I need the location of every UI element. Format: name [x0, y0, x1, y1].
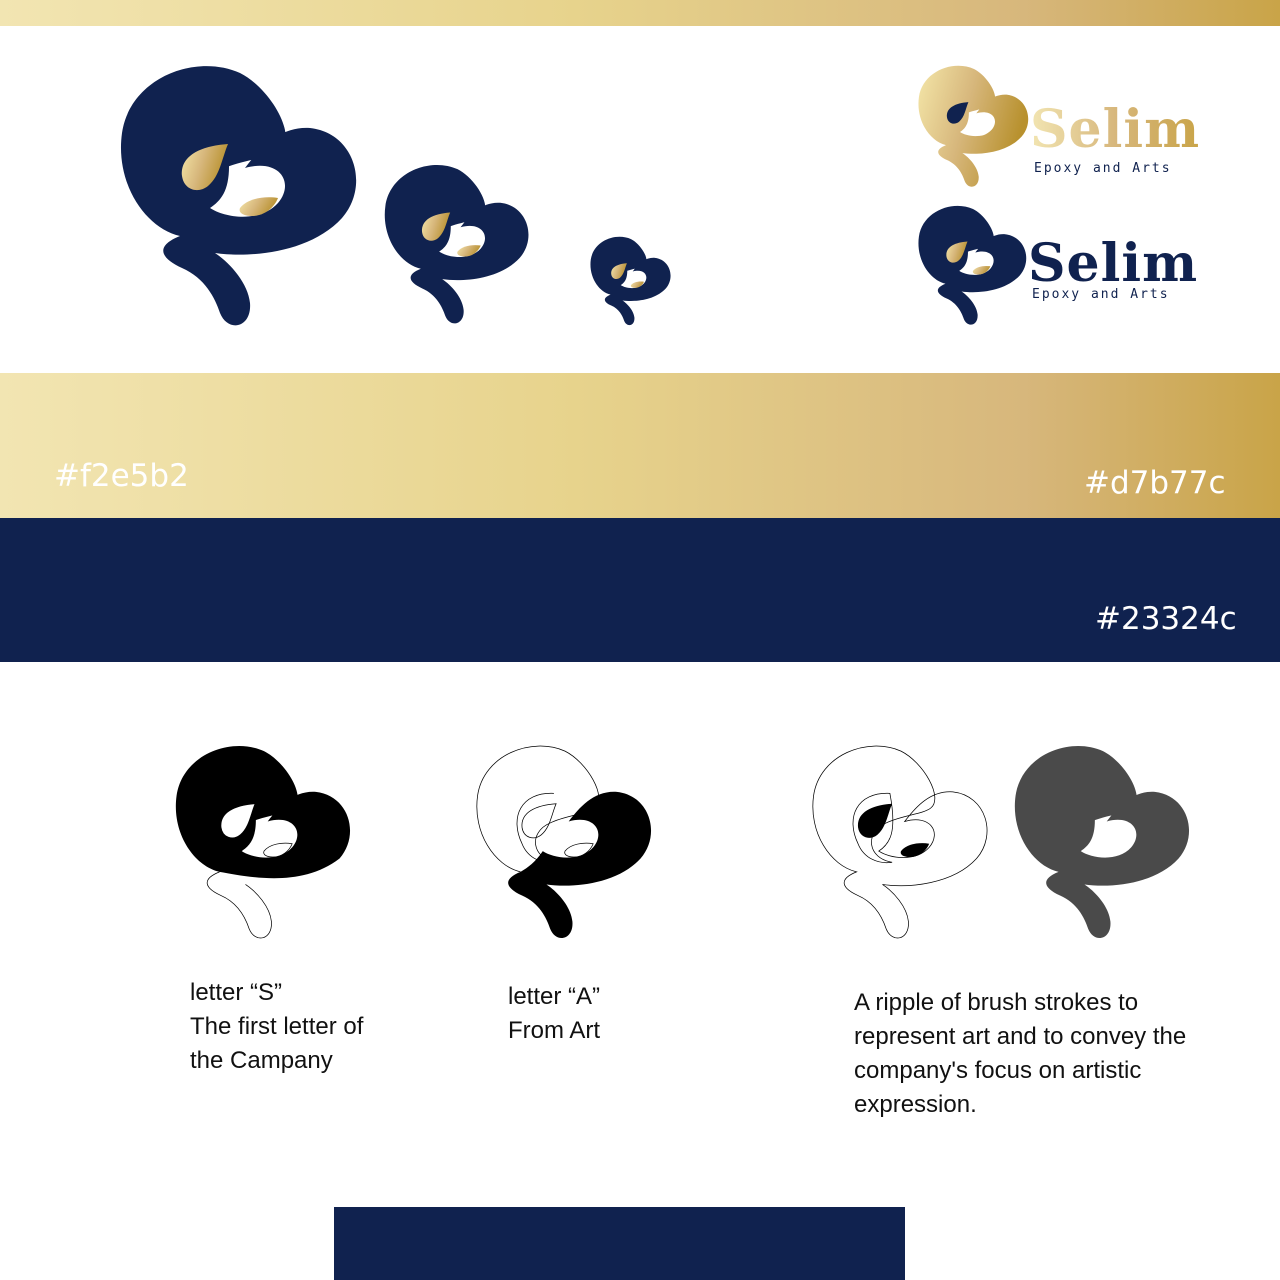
logo-lockup-navy: Selim Epoxy and Arts [918, 202, 1208, 326]
concept-letter-a-icon [476, 740, 654, 940]
top-gold-strip [0, 0, 1280, 26]
logo-showcase: Selim Epoxy and Arts Selim Epoxy and Art… [0, 26, 1280, 372]
logo-lockup-gold: Selim Epoxy and Arts [918, 62, 1208, 188]
caption-brush-strokes: A ripple of brush strokes to represent a… [854, 989, 1187, 1118]
brand-wordmark-navy: Selim [1028, 233, 1199, 294]
brand-tagline-navy: Epoxy and Arts [1032, 287, 1170, 302]
logo-mark-medium-icon [384, 160, 531, 325]
logo-mark-large-icon [120, 58, 360, 328]
bottom-navy-bar [334, 1207, 905, 1280]
concept-brush-gray-icon [1014, 740, 1192, 940]
logo-mark-navy-icon [918, 202, 1028, 326]
color-label-navy: #23324c [1095, 601, 1237, 637]
caption-letter-s: letter “S” The first letter of the Campa… [190, 979, 364, 1074]
color-label-gold-dark: #d7b77c [1084, 465, 1226, 501]
brand-tagline-gold: Epoxy and Arts [1034, 161, 1172, 176]
caption-letter-a: letter “A” From Art [508, 983, 601, 1044]
logo-mark-small-icon [590, 234, 672, 326]
gold-gradient-swatch: #f2e5b2 #d7b77c [0, 373, 1280, 518]
logo-mark-gold-icon [918, 62, 1030, 188]
brand-wordmark-gold: Selim [1030, 99, 1201, 160]
concept-brush-drops-icon [812, 740, 990, 940]
navy-swatch: #23324c [0, 518, 1280, 662]
color-label-gold-light: #f2e5b2 [54, 458, 189, 494]
concept-letter-s-icon [175, 740, 353, 940]
